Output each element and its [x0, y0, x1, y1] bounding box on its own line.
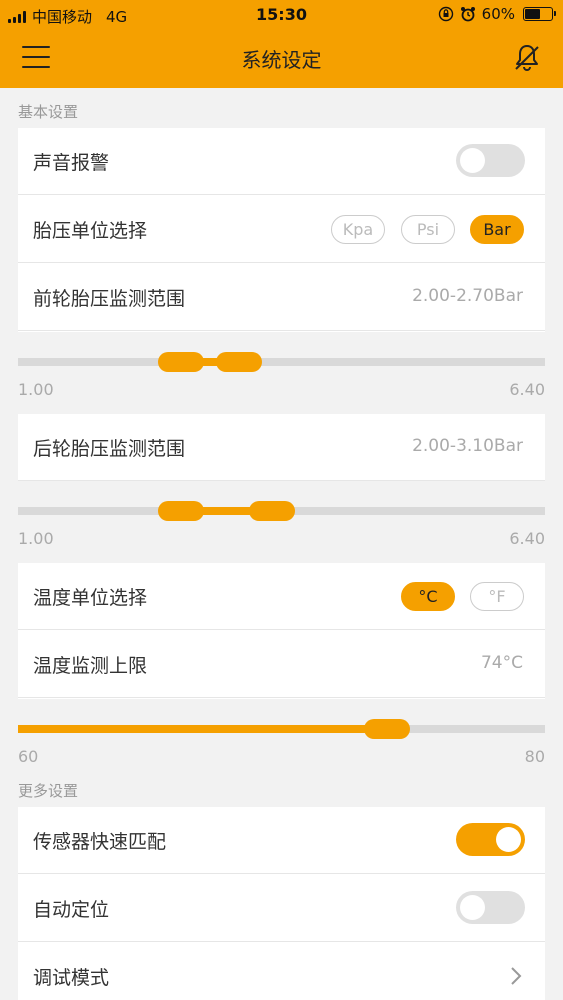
status-bar: 中国移动 4G 15:30 60% — [0, 0, 563, 30]
pressure-unit-label: 胎压单位选择 — [33, 220, 148, 242]
front-range-label: 前轮胎压监测范围 — [33, 288, 186, 310]
temp-unit-row: 温度单位选择 °C °F — [18, 563, 545, 630]
temp-limit-value: 74°C — [480, 653, 523, 673]
front-range-value: 2.00-2.70Bar — [412, 286, 523, 306]
temp-limit-label: 温度监测上限 — [33, 655, 148, 677]
rear-card: 后轮胎压监测范围 2.00-3.10Bar — [18, 414, 545, 481]
slider-min-label: 1.00 — [18, 380, 54, 399]
temp-card: 温度单位选择 °C °F 温度监测上限 74°C — [18, 563, 545, 699]
front-range-row: 前轮胎压监测范围 2.00-2.70Bar — [18, 264, 545, 331]
unit-celsius-button[interactable]: °C — [401, 582, 455, 611]
bell-off-icon[interactable] — [511, 42, 543, 74]
rear-range-row: 后轮胎压监测范围 2.00-3.10Bar — [18, 414, 545, 481]
slider-high-thumb[interactable] — [215, 352, 262, 372]
slider-max-label: 80 — [524, 747, 545, 766]
battery-percent: 60% — [481, 5, 515, 23]
sound-alarm-toggle[interactable] — [456, 144, 525, 177]
nav-bar: 系统设定 — [0, 30, 563, 88]
slider-high-thumb[interactable] — [248, 501, 295, 521]
chevron-right-icon — [511, 967, 522, 985]
slider-low-thumb[interactable] — [157, 501, 204, 521]
orientation-lock-icon — [438, 6, 453, 22]
unit-psi-button[interactable]: Psi — [401, 215, 455, 244]
pressure-unit-row: 胎压单位选择 Kpa Psi Bar — [18, 196, 545, 263]
auto-locate-row: 自动定位 — [18, 875, 545, 942]
sound-alarm-row: 声音报警 — [18, 128, 545, 195]
debug-mode-label: 调试模式 — [33, 967, 110, 989]
section-more: 更多设置 — [18, 782, 79, 800]
unit-bar-button[interactable]: Bar — [470, 215, 524, 244]
sound-alarm-label: 声音报警 — [33, 152, 110, 174]
temp-limit-slider[interactable]: 60 80 — [18, 703, 545, 766]
quick-pair-label: 传感器快速匹配 — [33, 831, 167, 853]
page-title: 系统设定 — [241, 48, 322, 72]
slider-range — [18, 725, 387, 733]
slider-low-thumb[interactable] — [157, 352, 204, 372]
battery-icon — [523, 7, 556, 21]
slider-thumb[interactable] — [363, 719, 410, 739]
header: 中国移动 4G 15:30 60% 系统设定 — [0, 0, 563, 88]
section-basic: 基本设置 — [18, 103, 79, 121]
auto-locate-toggle[interactable] — [456, 891, 525, 924]
rear-range-slider[interactable]: 1.00 6.40 — [18, 485, 545, 548]
unit-fahrenheit-button[interactable]: °F — [470, 582, 524, 611]
debug-mode-row[interactable]: 调试模式 — [18, 943, 545, 1000]
slider-max-label: 6.40 — [509, 529, 545, 548]
rear-range-label: 后轮胎压监测范围 — [33, 438, 186, 460]
basic-card: 声音报警 胎压单位选择 Kpa Psi Bar 前轮胎压监测范围 2.00-2.… — [18, 128, 545, 332]
quick-pair-row: 传感器快速匹配 — [18, 807, 545, 874]
quick-pair-toggle[interactable] — [456, 823, 525, 856]
temp-unit-label: 温度单位选择 — [33, 587, 148, 609]
slider-track — [18, 358, 545, 366]
unit-kpa-button[interactable]: Kpa — [331, 215, 385, 244]
alarm-icon — [460, 7, 475, 22]
temp-limit-row: 温度监测上限 74°C — [18, 631, 545, 698]
front-range-slider[interactable]: 1.00 6.40 — [18, 336, 545, 399]
rear-range-value: 2.00-3.10Bar — [412, 436, 523, 456]
more-card: 传感器快速匹配 自动定位 调试模式 — [18, 807, 545, 1000]
slider-max-label: 6.40 — [509, 380, 545, 399]
slider-min-label: 60 — [18, 747, 39, 766]
slider-min-label: 1.00 — [18, 529, 54, 548]
auto-locate-label: 自动定位 — [33, 899, 110, 921]
